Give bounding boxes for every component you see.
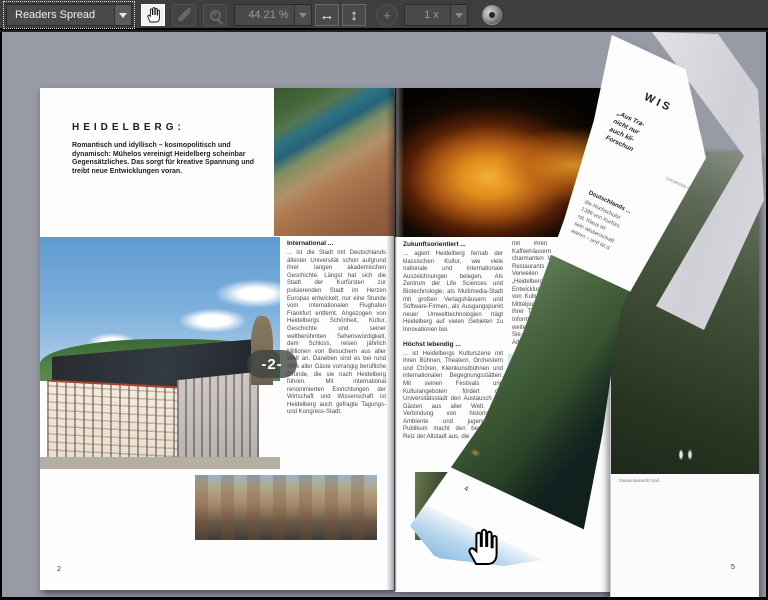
hand-tool-button[interactable] — [141, 4, 165, 26]
page-number: 2 — [57, 566, 61, 573]
fit-height-button[interactable]: ↕ — [342, 4, 366, 26]
column-heading: Höchst lebendig ... — [403, 340, 461, 348]
intro-paragraph: Romantisch und idyllisch – kosmopolitisc… — [72, 142, 255, 175]
pencil-icon — [177, 8, 191, 22]
document-canvas[interactable]: HEIDELBERG: Romantisch und idyllisch – k… — [0, 32, 768, 600]
column-body: ... agiert Heidelberg fernab der klassis… — [403, 251, 503, 333]
fit-width-icon: ↔ — [319, 6, 335, 24]
column-body: ... ist die Stadt mit Deutschlands ältes… — [287, 250, 386, 416]
hand-cursor — [464, 526, 500, 566]
toolbar: Readers Spread 44.21 % ↔ ↕ + 1 x — [0, 0, 768, 30]
page-title: HEIDELBERG: — [72, 122, 185, 133]
street — [40, 457, 280, 469]
page-scale-value: 1 x — [424, 9, 439, 21]
target-icon — [482, 5, 502, 25]
view-mode-select[interactable]: Readers Spread — [3, 1, 135, 29]
photo-caption: Gesamtansicht Süd — [619, 478, 660, 483]
text-column: International ... ... ist die Stadt mit … — [287, 240, 386, 472]
column-heading: International ... — [287, 240, 334, 247]
zoom-step-button: + — [376, 4, 398, 26]
page-number: 5 — [731, 564, 735, 571]
page-number: 4 — [462, 485, 470, 494]
column-heading: Zukunftsorientiert ... — [403, 241, 466, 248]
recenter-button[interactable] — [482, 5, 502, 27]
chevron-down-icon[interactable] — [114, 5, 131, 25]
page-flip-badge: -2- — [247, 350, 297, 378]
zoom-in-icon — [209, 9, 221, 21]
zoom-level-select: 44.21 % — [234, 4, 312, 26]
university-building-photo — [40, 237, 280, 469]
annotate-tool-button — [172, 4, 196, 26]
zoom-tool-button — [203, 4, 227, 26]
page-scale-select: 1 x — [404, 4, 468, 26]
view-mode-value: Readers Spread — [15, 9, 96, 21]
left-page[interactable]: HEIDELBERG: Romantisch und idyllisch – k… — [40, 88, 394, 590]
market-square-photo — [195, 475, 377, 540]
hand-icon — [147, 7, 160, 23]
flipbook-viewer-window: Readers Spread 44.21 % ↔ ↕ + 1 x — [0, 0, 768, 600]
building-side — [176, 371, 259, 467]
fit-width-button[interactable]: ↔ — [315, 4, 339, 26]
chevron-down-icon — [294, 5, 311, 25]
circled-plus-icon: + — [383, 7, 391, 23]
page-heading: WIS — [642, 91, 675, 115]
building-facade — [47, 379, 180, 466]
chevron-down-icon — [450, 5, 467, 25]
page-gutter-shadow — [386, 88, 404, 591]
zoom-level-value: 44.21 % — [248, 9, 289, 21]
aerial-town-photo — [274, 88, 394, 236]
fit-height-icon: ↕ — [350, 6, 358, 24]
